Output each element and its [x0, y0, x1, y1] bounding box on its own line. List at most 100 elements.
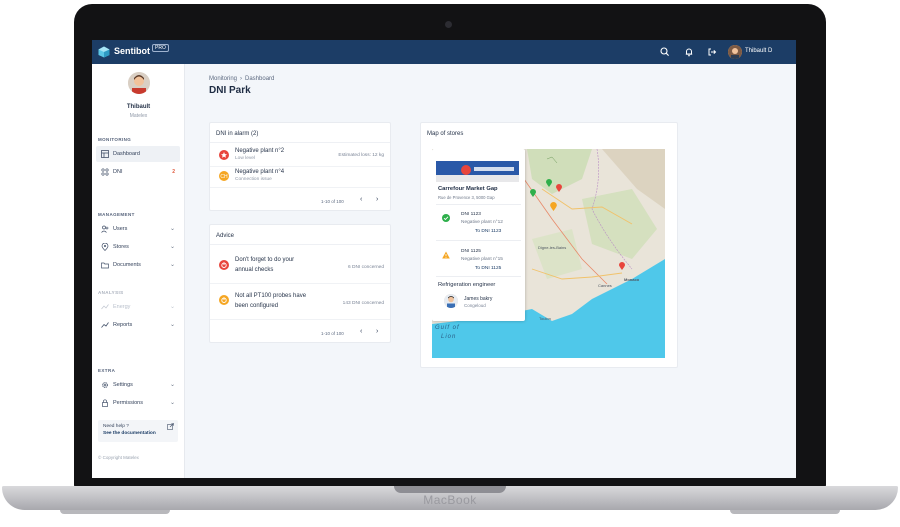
sidebar-item-dashboard[interactable]: Dashboard	[96, 146, 180, 162]
power-alert-icon	[219, 260, 229, 270]
pagination-info: 1-10 of 100	[321, 199, 344, 204]
topbar-user-name[interactable]: Thibault D	[745, 48, 772, 54]
advice-row-line1[interactable]: Don't forget to do your	[235, 257, 294, 263]
copyright: © Copyright Matelex	[98, 455, 139, 460]
chevron-right-icon: ›	[240, 76, 243, 82]
documentation-link[interactable]: See the documentation	[103, 431, 156, 436]
dashboard-icon	[101, 150, 109, 158]
sidebar-item-settings[interactable]: Settings ⌄	[96, 377, 180, 393]
card-title: Map of stores	[427, 131, 464, 137]
laptop-foot-right	[730, 510, 840, 514]
stores-map[interactable]: Digne-les-Bains Monaco Cannes Toulon Gul…	[432, 149, 665, 358]
map-sea-label: Gulf of	[435, 325, 460, 331]
svg-text:CH: CH	[220, 174, 228, 180]
user-avatar-icon	[444, 294, 458, 308]
external-link-icon[interactable]	[167, 423, 174, 430]
sidebar-item-reports[interactable]: Reports ⌄	[96, 317, 180, 333]
map-pin-icon[interactable]	[530, 189, 536, 197]
next-page-button[interactable]: ›	[376, 328, 378, 335]
camera	[445, 21, 452, 28]
sidebar-item-documents[interactable]: Documents ⌄	[96, 257, 180, 273]
chevron-down-icon: ⌄	[169, 322, 175, 328]
dni-name: DNI 1125	[461, 249, 481, 254]
store-popup: Carrefour Market Gap Rue de Provence 3, …	[432, 149, 525, 321]
divider	[436, 276, 521, 277]
map-pin-icon[interactable]	[546, 179, 552, 187]
power-warning-icon	[219, 295, 229, 305]
advice-row-line1[interactable]: Not all PT100 probes have	[235, 293, 306, 299]
map-city-label: Monaco	[624, 277, 640, 282]
nodes-icon	[101, 168, 109, 176]
alarm-row-sub: Low level	[235, 156, 255, 161]
breadcrumb-parent[interactable]: Monitoring	[209, 76, 237, 82]
advice-row-line2[interactable]: been configured	[235, 303, 278, 309]
sidebar-item-users[interactable]: Users ⌄	[96, 221, 180, 237]
estimated-loss: Estimated loss: 12 kg	[338, 153, 384, 158]
sidebar-item-label: Stores	[113, 244, 129, 250]
store-photo	[436, 161, 519, 182]
map-city-label: Cannes	[598, 283, 612, 288]
breadcrumb-current: Dashboard	[245, 76, 275, 82]
divider	[210, 283, 390, 284]
warning-icon	[442, 251, 450, 259]
divider	[436, 204, 521, 205]
advice-row-line2[interactable]: annual checks	[235, 267, 273, 273]
store-sign-image	[436, 161, 519, 182]
sidebar-item-dni[interactable]: DNI 2	[96, 164, 180, 180]
to-dni-link[interactable]: To DNI 1123	[475, 229, 501, 234]
map-city-label: Toulon	[539, 316, 551, 321]
map-pin-icon[interactable]	[619, 262, 625, 270]
engineer-name: James bakry	[464, 296, 493, 302]
sidebar-item-stores[interactable]: Stores ⌄	[96, 239, 180, 255]
section-management: MANAGEMENT	[98, 212, 135, 217]
chevron-down-icon: ⌄	[169, 226, 175, 232]
dni-sub: Negative plant n°12	[461, 220, 503, 225]
search-icon[interactable]	[659, 46, 671, 58]
sidebar-user-company: Matelex	[129, 113, 148, 119]
divider	[436, 240, 521, 241]
topbar-avatar[interactable]	[728, 45, 742, 59]
map-city-label: Digne-les-Bains	[538, 245, 567, 250]
sidebar-item-label: Settings	[113, 382, 133, 388]
sidebar-item-label: Documents	[113, 262, 141, 268]
to-dni-link[interactable]: To DNI 1125	[475, 266, 501, 271]
map-pin-icon[interactable]	[556, 184, 562, 192]
sentibot-logo-icon	[98, 46, 110, 58]
dni-name: DNI 1123	[461, 212, 481, 217]
pagination-info: 1-10 of 100	[321, 331, 344, 336]
alarm-row-title[interactable]: Negative plant n°4	[235, 169, 284, 175]
sidebar-item-label: Reports	[113, 322, 133, 328]
map-card: Map of stores Digne-les-Bains Monaco Can…	[420, 122, 678, 368]
breadcrumb: Monitoring › Dashboard	[209, 76, 274, 82]
sidebar-item-label: Users	[113, 226, 128, 232]
sidebar-item-permissions[interactable]: Permissions ⌄	[96, 395, 180, 411]
prev-page-button[interactable]: ‹	[360, 328, 362, 335]
prev-page-button[interactable]: ‹	[360, 196, 362, 203]
app-name: Sentibot	[114, 46, 150, 56]
check-circle-icon	[442, 214, 450, 222]
chevron-down-icon: ⌄	[169, 262, 175, 268]
chevron-down-icon: ⌄	[169, 244, 175, 250]
map-pin-icon[interactable]	[550, 202, 557, 211]
bell-icon[interactable]	[683, 46, 695, 58]
alarm-icon	[219, 150, 229, 160]
alarm-row-title[interactable]: Negative plant n°2	[235, 148, 284, 154]
trend-icon	[101, 322, 109, 328]
divider	[210, 244, 390, 245]
engineer-company: Congeloud	[464, 303, 486, 308]
sidebar-user-name: Thibault	[126, 104, 151, 110]
engineer-avatar	[444, 294, 458, 308]
divider	[210, 187, 390, 188]
section-extra: EXTRA	[98, 368, 116, 373]
next-page-button[interactable]: ›	[376, 196, 378, 203]
sidebar-item-label: DNI	[113, 169, 123, 175]
laptop-notch	[394, 486, 506, 493]
logout-icon[interactable]	[706, 46, 718, 58]
laptop-brand: MacBook	[423, 493, 477, 507]
chevron-down-icon: ⌄	[169, 304, 175, 310]
lock-icon	[102, 399, 108, 407]
dni-concerned: 143 DNI concerned	[342, 301, 384, 306]
divider	[210, 166, 390, 167]
help-title: Need help ?	[103, 424, 129, 429]
chevron-down-icon: ⌄	[169, 400, 175, 406]
